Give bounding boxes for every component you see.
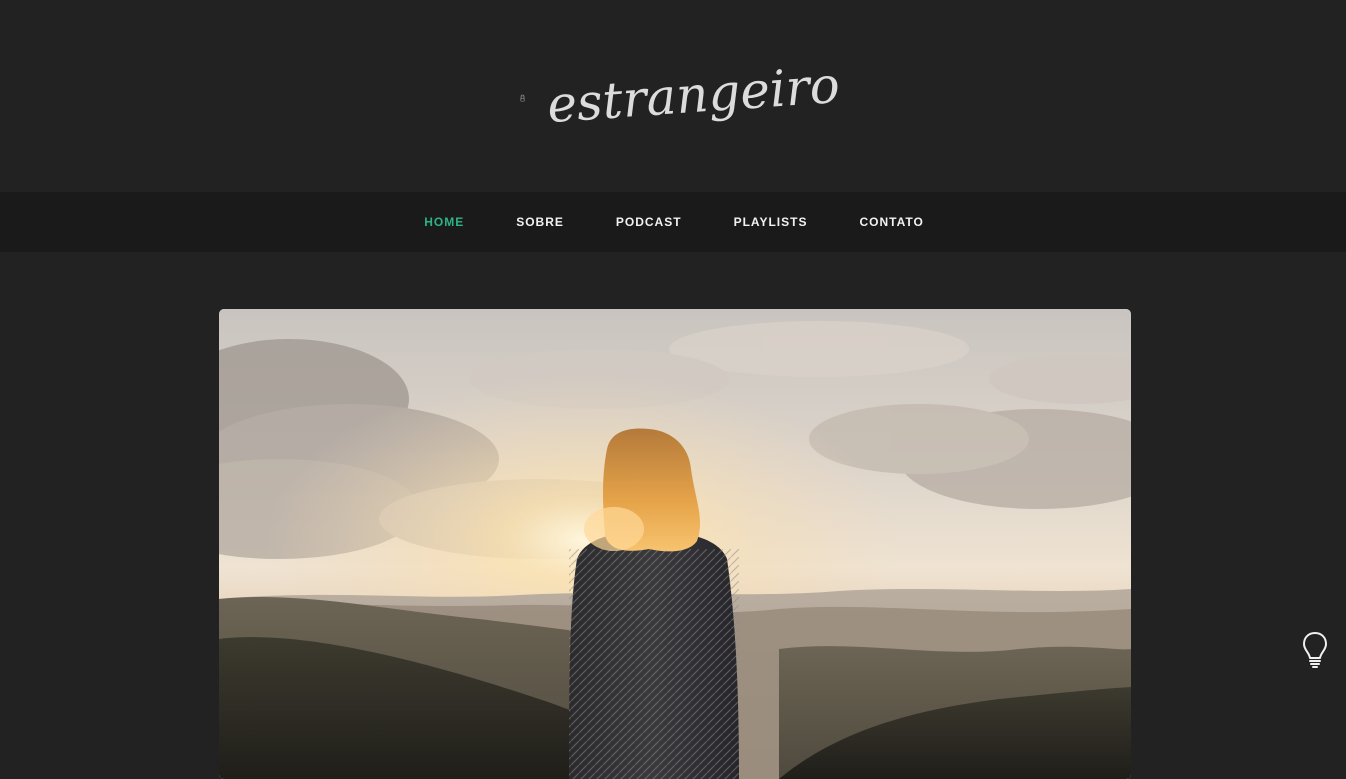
site-header: estrangeiro xyxy=(0,0,1346,192)
nav-item-home[interactable]: HOME xyxy=(398,215,490,229)
site-title: estrangeiro xyxy=(546,60,842,130)
backpack-icon xyxy=(520,58,525,138)
nav-item-contato[interactable]: CONTATO xyxy=(833,215,949,229)
nav-item-playlists[interactable]: PLAYLISTS xyxy=(708,215,834,229)
nav-list: HOME SOBRE PODCAST PLAYLISTS CONTATO xyxy=(398,215,950,229)
hero-photo xyxy=(219,309,1131,779)
nav-item-sobre[interactable]: SOBRE xyxy=(490,215,590,229)
site-logo[interactable]: estrangeiro xyxy=(520,56,840,140)
main-nav: HOME SOBRE PODCAST PLAYLISTS CONTATO xyxy=(0,192,1346,252)
nav-item-podcast[interactable]: PODCAST xyxy=(590,215,708,229)
lightbulb-icon[interactable] xyxy=(1300,630,1330,670)
hero-image[interactable] xyxy=(219,309,1131,779)
